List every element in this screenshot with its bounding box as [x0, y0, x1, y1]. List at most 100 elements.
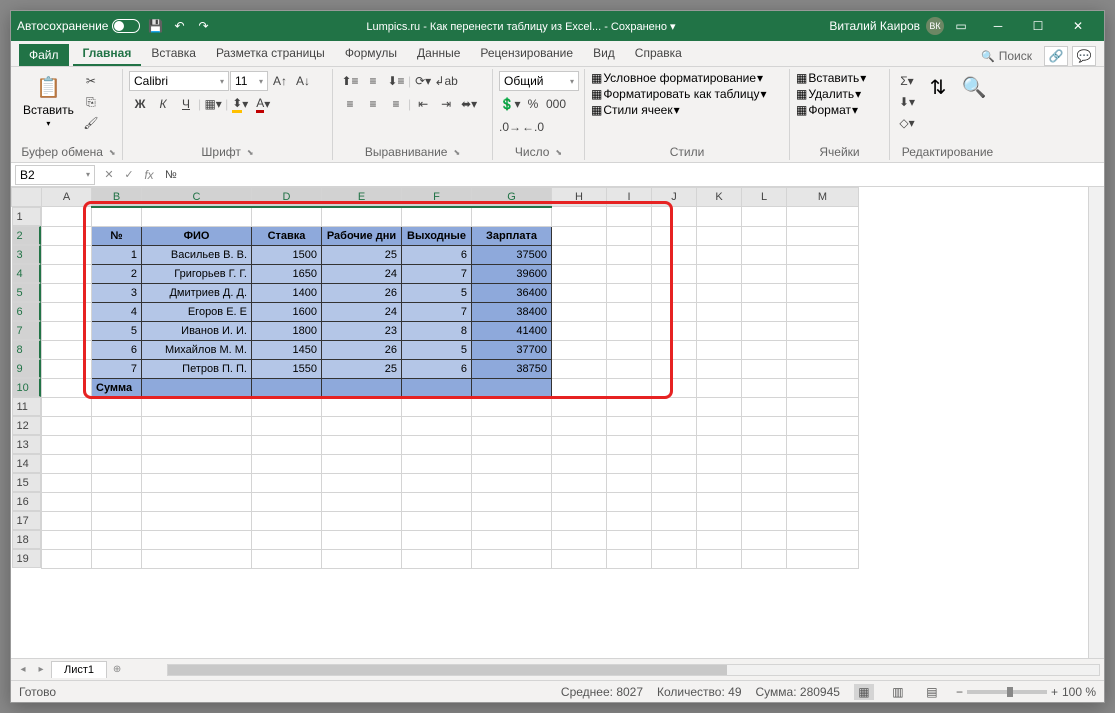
cell[interactable] [252, 473, 322, 492]
col-header[interactable]: G [472, 188, 552, 207]
cell[interactable] [697, 435, 742, 454]
cell[interactable]: 25 [322, 359, 402, 378]
cell[interactable] [252, 378, 322, 397]
cell[interactable] [742, 397, 787, 416]
cell[interactable] [472, 492, 552, 511]
cell[interactable] [472, 473, 552, 492]
cell[interactable] [742, 340, 787, 359]
cell[interactable] [742, 454, 787, 473]
cell[interactable] [607, 226, 652, 245]
merge-button[interactable]: ⬌▾ [458, 94, 480, 114]
undo-icon[interactable]: ↶ [170, 17, 188, 35]
comments-button[interactable]: 💬 [1072, 46, 1096, 66]
cell[interactable] [607, 416, 652, 435]
cell[interactable] [322, 511, 402, 530]
cell[interactable] [652, 549, 697, 568]
cell[interactable] [142, 473, 252, 492]
sort-filter-button[interactable]: ⇅ [922, 71, 954, 103]
cell[interactable] [252, 492, 322, 511]
cell[interactable] [322, 473, 402, 492]
cell[interactable] [92, 492, 142, 511]
cell[interactable] [42, 378, 92, 397]
increase-indent-button[interactable]: ⇥ [435, 94, 457, 114]
cell[interactable] [322, 435, 402, 454]
redo-icon[interactable]: ↷ [194, 17, 212, 35]
cell[interactable] [607, 264, 652, 283]
cell[interactable] [92, 454, 142, 473]
cell[interactable] [402, 511, 472, 530]
increase-decimal-button[interactable]: .0→ [499, 117, 521, 137]
cell[interactable] [697, 283, 742, 302]
cell[interactable] [42, 397, 92, 416]
cell-styles-button[interactable]: ▦ Стили ячеек ▾ [591, 103, 680, 117]
cell[interactable] [472, 378, 552, 397]
close-button[interactable]: ✕ [1058, 11, 1098, 41]
cell[interactable] [742, 416, 787, 435]
cell[interactable] [742, 283, 787, 302]
row-header[interactable]: 15 [12, 473, 42, 492]
cell[interactable] [552, 454, 607, 473]
zoom-slider[interactable] [967, 690, 1047, 694]
cell[interactable] [92, 473, 142, 492]
cell[interactable]: Михайлов М. М. [142, 340, 252, 359]
cell[interactable]: 1450 [252, 340, 322, 359]
cell[interactable]: Дмитриев Д. Д. [142, 283, 252, 302]
cell[interactable]: Егоров Е. Е [142, 302, 252, 321]
cell[interactable] [607, 283, 652, 302]
row-header[interactable]: 6 [12, 302, 42, 321]
cell[interactable] [252, 530, 322, 549]
cell[interactable]: 5 [402, 283, 472, 302]
italic-button[interactable]: К [152, 94, 174, 114]
save-icon[interactable]: 💾 [146, 17, 164, 35]
cell[interactable] [697, 321, 742, 340]
cell[interactable] [787, 454, 859, 473]
cell[interactable] [142, 454, 252, 473]
cell[interactable] [42, 359, 92, 378]
row-header[interactable]: 12 [12, 416, 42, 435]
cell[interactable]: 8 [402, 321, 472, 340]
cell[interactable] [42, 321, 92, 340]
cell[interactable] [652, 207, 697, 227]
cell[interactable] [552, 245, 607, 264]
cell[interactable] [607, 435, 652, 454]
cell[interactable] [472, 549, 552, 568]
cell[interactable] [42, 473, 92, 492]
cell[interactable] [697, 302, 742, 321]
dialog-launcher-icon[interactable]: ⬊ [247, 148, 254, 157]
cell[interactable]: Ставка [252, 226, 322, 245]
cell[interactable] [402, 530, 472, 549]
cell[interactable] [142, 511, 252, 530]
align-left-button[interactable]: ≡ [339, 94, 361, 114]
cell[interactable] [652, 454, 697, 473]
tab-nav-next[interactable]: ▸ [33, 662, 49, 678]
cell[interactable]: 39600 [472, 264, 552, 283]
toggle-icon[interactable] [112, 19, 140, 33]
cell[interactable] [252, 397, 322, 416]
select-all-corner[interactable] [12, 188, 42, 207]
cell[interactable] [697, 264, 742, 283]
cell[interactable] [472, 511, 552, 530]
cell[interactable] [42, 264, 92, 283]
cell[interactable]: 6 [402, 245, 472, 264]
cell[interactable] [252, 416, 322, 435]
col-header[interactable]: H [552, 188, 607, 207]
dialog-launcher-icon[interactable]: ⬊ [109, 148, 116, 157]
cell[interactable] [402, 207, 472, 227]
cell[interactable] [402, 397, 472, 416]
cell[interactable] [252, 207, 322, 227]
cell[interactable] [652, 378, 697, 397]
cell[interactable] [697, 359, 742, 378]
cell[interactable] [92, 530, 142, 549]
cell[interactable] [787, 530, 859, 549]
tab-Справка[interactable]: Справка [625, 42, 692, 66]
cell[interactable] [652, 302, 697, 321]
cell[interactable] [742, 473, 787, 492]
cell[interactable] [472, 416, 552, 435]
cell[interactable] [42, 416, 92, 435]
cell[interactable]: 38400 [472, 302, 552, 321]
add-sheet-button[interactable]: ⊕ [109, 662, 125, 678]
row-header[interactable]: 18 [12, 530, 42, 549]
cell[interactable] [742, 511, 787, 530]
cell[interactable]: 5 [402, 340, 472, 359]
cell[interactable] [652, 245, 697, 264]
